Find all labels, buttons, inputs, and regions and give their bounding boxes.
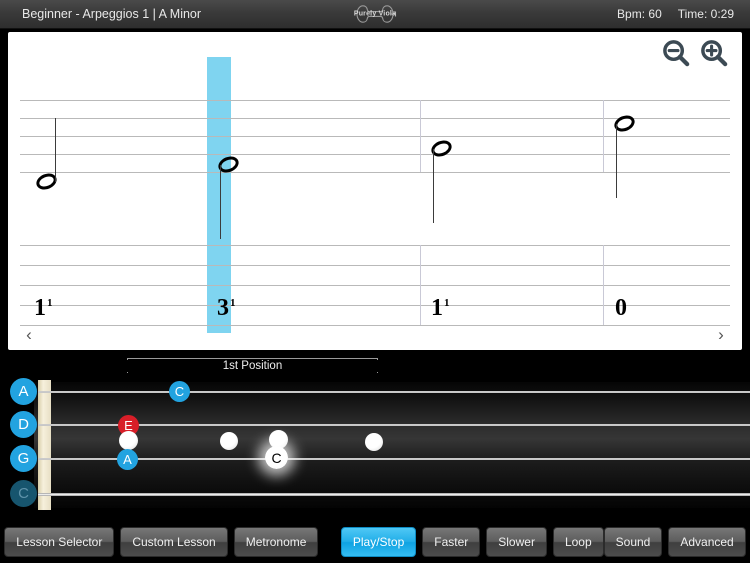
lesson-title: Beginner - Arpeggios 1 | A Minor <box>22 7 202 21</box>
note-marker-C[interactable]: C <box>169 381 190 402</box>
tab-number: 0 <box>615 296 627 320</box>
tab-fret: 1 <box>34 295 46 321</box>
scroll-right-button[interactable]: › <box>708 322 734 348</box>
toolbar-button-play-stop[interactable]: Play/Stop <box>340 526 417 557</box>
zoom-controls <box>661 38 730 69</box>
fingerboard-surface <box>34 382 750 508</box>
finger-number: 1 <box>444 297 450 309</box>
staff-line <box>20 100 730 101</box>
bottom-toolbar: Lesson Selector Custom Lesson Metronome Pl… <box>0 520 750 563</box>
position-label: 1st Position <box>127 360 378 372</box>
time-value: Time: 0:29 <box>677 7 734 21</box>
string-C <box>38 493 750 496</box>
notation-panel[interactable]: 11 31 11 0 ‹ › <box>8 32 742 350</box>
barline <box>603 245 604 325</box>
note-stem <box>616 124 618 198</box>
toolbar-button-sound[interactable]: Sound <box>603 526 663 557</box>
finger-number: 1 <box>47 297 53 309</box>
app-root: Beginner - Arpeggios 1 | A Minor Purely … <box>0 0 750 563</box>
note-marker-dot[interactable] <box>365 433 383 451</box>
barline <box>420 100 421 172</box>
string-D <box>38 424 750 426</box>
toolbar-button-advanced[interactable]: Advanced <box>668 526 746 557</box>
staff-line <box>20 154 730 155</box>
logo-label: Purely Viola <box>353 10 397 18</box>
status-area: Bpm: 60 Time: 0:29 <box>617 7 734 21</box>
barline <box>603 100 604 172</box>
string-label-D[interactable]: D <box>10 411 37 438</box>
string-label-C[interactable]: C <box>10 480 37 507</box>
tab-fret: 3 <box>217 295 229 321</box>
staff-line <box>20 172 730 173</box>
note-stem <box>55 118 57 182</box>
tab-number: 31 <box>217 296 236 320</box>
tab-number: 11 <box>431 296 450 320</box>
finger-number: 1 <box>230 297 236 309</box>
tab-line <box>20 325 730 326</box>
string-label-A[interactable]: A <box>10 378 37 405</box>
string-label-G[interactable]: G <box>10 445 37 472</box>
note-stem <box>433 149 435 223</box>
toolbar-button-metronome[interactable]: Metronome <box>233 526 319 557</box>
toolbar-button-lesson-selector[interactable]: Lesson Selector <box>4 526 115 557</box>
toolbar-button-faster[interactable]: Faster <box>422 526 481 557</box>
tab-fret: 1 <box>431 295 443 321</box>
playhead-highlight <box>207 57 231 333</box>
note-marker-C[interactable]: C <box>265 446 288 469</box>
note-marker-dot[interactable] <box>220 432 238 450</box>
bpm-value: Bpm: 60 <box>617 7 662 21</box>
nut <box>38 380 51 510</box>
note-marker-dot[interactable] <box>119 431 138 450</box>
tab-line <box>20 245 730 246</box>
scroll-left-button[interactable]: ‹ <box>16 322 42 348</box>
zoom-in-icon[interactable] <box>699 38 730 69</box>
tab-fret: 0 <box>615 295 627 321</box>
string-A <box>38 391 750 393</box>
tab-line <box>20 285 730 286</box>
tab-number: 11 <box>34 296 53 320</box>
fingerboard-panel[interactable]: 1st Position ADGC CEAC <box>0 352 750 520</box>
barline <box>420 245 421 325</box>
tab-line <box>20 265 730 266</box>
toolbar-button-custom-lesson[interactable]: Custom Lesson <box>120 526 228 557</box>
app-logo: Purely Viola <box>333 3 417 25</box>
top-bar: Beginner - Arpeggios 1 | A Minor Purely … <box>0 0 750 29</box>
note-marker-A[interactable]: A <box>117 449 138 470</box>
zoom-out-icon[interactable] <box>661 38 692 69</box>
note-stem <box>220 165 222 239</box>
string-G <box>38 458 750 461</box>
toolbar-button-loop[interactable]: Loop <box>552 526 604 557</box>
staff-line <box>20 136 730 137</box>
toolbar-button-slower[interactable]: Slower <box>486 526 547 557</box>
